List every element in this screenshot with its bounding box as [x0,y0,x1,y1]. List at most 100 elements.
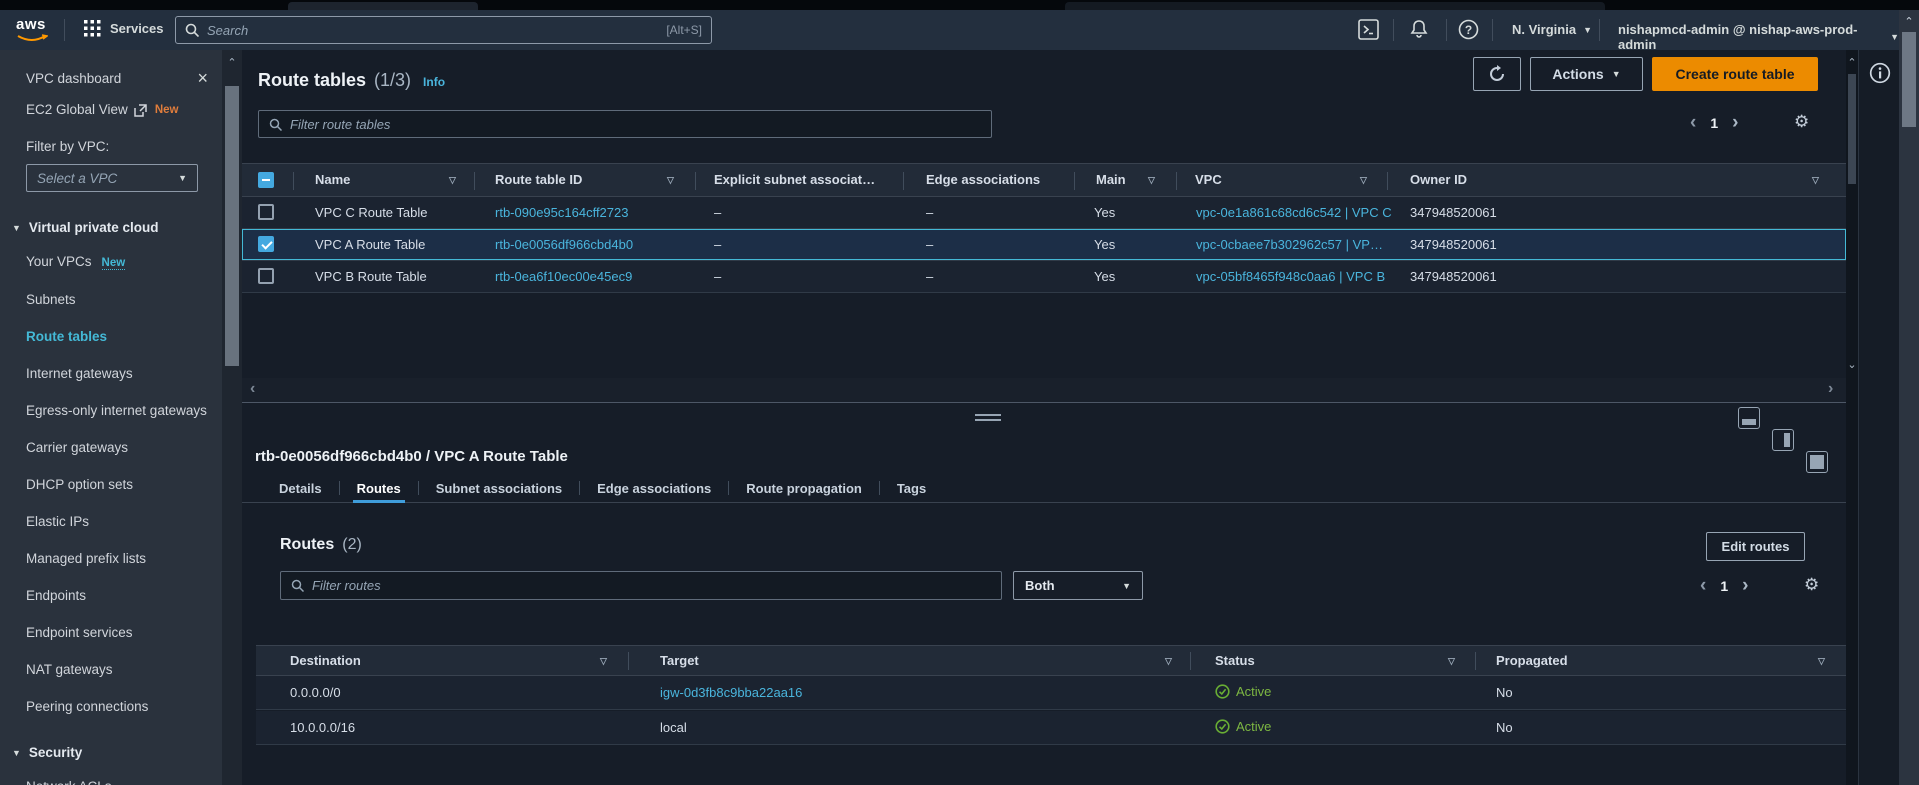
scroll-left-icon[interactable]: ‹ [250,380,255,398]
sidebar-group-virtual-private-cloud[interactable]: ▼ Virtual private cloud [12,220,208,235]
sidebar-item-nat-gateways[interactable]: NAT gateways [26,660,208,680]
sidebar-item-dhcp-option-sets[interactable]: DHCP option sets [26,475,208,495]
sort-icon[interactable]: ▽ [1165,656,1172,667]
refresh-button[interactable] [1473,57,1521,91]
content-left-scrollbar[interactable]: ⌃ [222,50,242,785]
table-settings-gear-icon[interactable]: ⚙ [1794,112,1809,132]
scroll-up-icon[interactable]: ⌃ [1846,56,1858,70]
row-checkbox[interactable] [258,204,274,220]
routes-filter[interactable] [280,571,1002,600]
info-link[interactable]: Info [423,75,445,89]
scroll-down-icon[interactable]: ⌄ [1846,358,1858,372]
vpc-link[interactable]: vpc-0cbaee7b302962c57 | VP… [1196,237,1383,252]
page-scrollbar[interactable]: ⌃ [1899,10,1919,785]
scroll-right-icon[interactable]: › [1828,380,1833,398]
help-button[interactable]: ? [1458,19,1479,45]
sort-icon[interactable]: ▽ [1148,175,1155,186]
routes-filter-input[interactable] [312,578,991,593]
sidebar-item-egress-only-internet-gateways[interactable]: Egress-only internet gateways [26,401,208,421]
search-input[interactable] [207,23,658,38]
panel-position-side-button[interactable] [1772,429,1794,451]
sidebar-item-peering-connections[interactable]: Peering connections [26,697,208,717]
sidebar-item-vpc-dashboard[interactable]: VPC dashboard [26,71,121,86]
page-prev-icon[interactable]: ‹ [1700,577,1706,595]
tab-subnet-associations[interactable]: Subnet associations [419,474,579,502]
cloudshell-button[interactable] [1358,19,1379,45]
sidebar-group-security[interactable]: ▼ Security [12,745,208,760]
col-name[interactable]: Name [315,172,350,187]
sort-icon[interactable]: ▽ [1448,656,1455,667]
panel-position-bottom-button[interactable] [1738,407,1760,429]
vpc-link[interactable]: vpc-0e1a861c68cd6c542 | VPC C [1196,205,1392,220]
page-next-icon[interactable]: › [1742,577,1748,595]
sidebar-item-subnets[interactable]: Subnets [26,290,208,310]
sort-icon[interactable]: ▽ [667,175,674,186]
info-panel-toggle-icon[interactable] [1869,62,1891,84]
services-menu-button[interactable]: Services [84,20,164,37]
account-menu[interactable]: nishapmcd-admin @ nishap-aws-prod-admin … [1618,22,1899,52]
route-row-local[interactable]: 10.0.0.0/16 local Active No [256,711,1846,745]
table-row-vpc-a[interactable]: VPC A Route Table rtb-0e0056df966cbd4b0 … [242,229,1846,261]
col-vpc[interactable]: VPC [1195,172,1222,187]
route-table-id-link[interactable]: rtb-090e95c164cff2723 [495,205,628,220]
col-target[interactable]: Target [660,653,699,668]
panel-maximize-button[interactable] [1806,451,1828,473]
tab-route-propagation[interactable]: Route propagation [729,474,879,502]
aws-logo[interactable]: aws [16,16,48,43]
sidebar-item-your-vpcs[interactable]: Your VPCsNew [26,252,208,273]
col-main[interactable]: Main [1096,172,1126,187]
notifications-button[interactable] [1408,18,1430,45]
col-edge-associations[interactable]: Edge associations [926,172,1040,187]
scrollbar-thumb[interactable] [1848,74,1856,184]
table-row-vpc-b[interactable]: VPC B Route Table rtb-0ea6f10ec00e45ec9 … [242,261,1846,293]
sort-icon[interactable]: ▽ [1812,175,1819,186]
tab-routes[interactable]: Routes [340,474,418,502]
global-search[interactable]: [Alt+S] [175,16,712,44]
content-right-scrollbar[interactable]: ⌃ ⌄ [1846,50,1858,380]
routes-settings-gear-icon[interactable]: ⚙ [1804,575,1819,595]
col-owner-id[interactable]: Owner ID [1410,172,1467,187]
col-route-table-id[interactable]: Route table ID [495,172,582,187]
col-destination[interactable]: Destination [290,653,361,668]
select-all-checkbox[interactable] [258,172,274,188]
sort-icon[interactable]: ▽ [449,175,456,186]
create-route-table-button[interactable]: Create route table [1652,57,1818,91]
sort-icon[interactable]: ▽ [600,656,607,667]
tab-details[interactable]: Details [262,474,339,502]
col-status[interactable]: Status [1215,653,1255,668]
horizontal-scrollbar[interactable]: ‹ › [242,378,1846,403]
sidebar-item-elastic-ips[interactable]: Elastic IPs [26,512,208,532]
route-tables-filter-input[interactable] [290,117,981,132]
routes-scope-select[interactable]: Both ▼ [1013,571,1143,600]
page-number[interactable]: 1 [1710,115,1718,131]
sort-icon[interactable]: ▽ [1360,175,1367,186]
sidebar-item-managed-prefix-lists[interactable]: Managed prefix lists [26,549,208,569]
row-checkbox[interactable] [258,236,274,252]
page-number[interactable]: 1 [1720,578,1728,594]
sidebar-item-internet-gateways[interactable]: Internet gateways [26,364,208,384]
col-explicit-subnet[interactable]: Explicit subnet associat… [714,172,875,187]
scrollbar-thumb[interactable] [1902,32,1916,127]
sidebar-item-endpoints[interactable]: Endpoints [26,586,208,606]
sidebar-item-endpoint-services[interactable]: Endpoint services [26,623,208,643]
route-table-id-link[interactable]: rtb-0ea6f10ec00e45ec9 [495,269,632,284]
vpc-filter-select[interactable]: Select a VPC ▼ [26,164,198,192]
igw-target-link[interactable]: igw-0d3fb8c9bba22aa16 [660,685,802,700]
vpc-link[interactable]: vpc-05bf8465f948c0aa6 | VPC B [1196,269,1385,284]
region-selector[interactable]: N. Virginia ▼ [1512,22,1592,37]
scrollbar-thumb[interactable] [225,86,239,366]
tab-tags[interactable]: Tags [880,474,943,502]
sidebar-item-route-tables[interactable]: Route tables [26,327,208,347]
scroll-up-icon[interactable]: ⌃ [222,56,242,70]
route-table-id-link[interactable]: rtb-0e0056df966cbd4b0 [495,237,633,252]
route-tables-filter[interactable] [258,110,992,138]
actions-button[interactable]: Actions ▼ [1530,57,1643,91]
sidebar-item-ec2-global-view[interactable]: EC2 Global View [26,100,128,120]
split-panel-drag-handle[interactable] [975,414,1001,421]
page-next-icon[interactable]: › [1732,114,1738,132]
route-row-default[interactable]: 0.0.0.0/0 igw-0d3fb8c9bba22aa16 Active N… [256,676,1846,710]
sidebar-item-carrier-gateways[interactable]: Carrier gateways [26,438,208,458]
col-propagated[interactable]: Propagated [1496,653,1568,668]
scroll-up-icon[interactable]: ⌃ [1899,15,1919,29]
row-checkbox[interactable] [258,268,274,284]
